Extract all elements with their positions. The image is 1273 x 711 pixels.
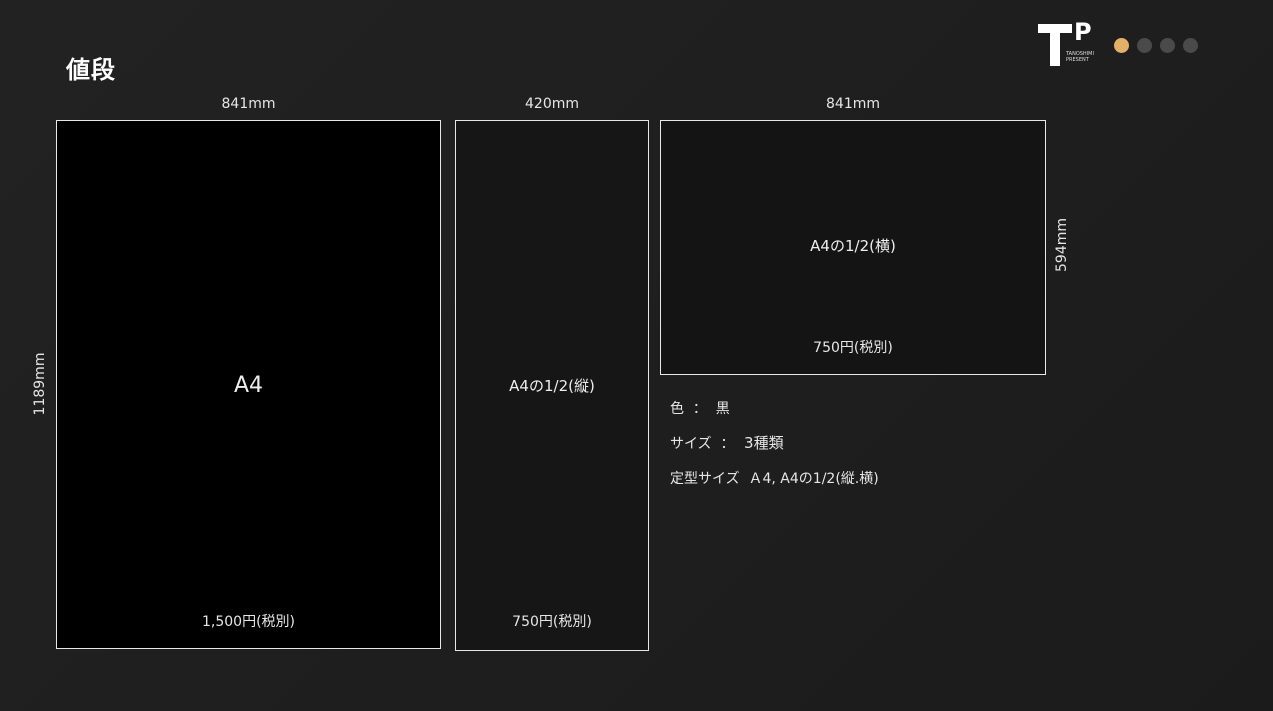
a4-width-label: 841mm — [221, 96, 276, 112]
spec-size-value: 3種類 — [734, 434, 784, 452]
page-dot-3[interactable] — [1160, 38, 1175, 53]
logo-p-letter: P — [1074, 18, 1092, 46]
panel-a4-price: 1,500円(税別) — [201, 614, 295, 630]
panel-half-horizontal-price: 750円(税別) — [813, 340, 893, 356]
spec-color-label: 色 ： — [670, 400, 707, 417]
slide: 値段 P TANOSHIMI PRESENT 841mm 420mm 841mm… — [0, 0, 1273, 711]
spec-color-value: 黒 — [706, 400, 730, 417]
half-vertical-width-label: 420mm — [525, 96, 579, 112]
page-dot-1[interactable] — [1114, 38, 1129, 53]
panel-half-vertical-name: A4の1/2(縦) — [509, 377, 595, 395]
panel-half-horizontal: A4の1/2(横) 750円(税別) — [660, 120, 1046, 375]
logo-t-stem — [1050, 24, 1060, 66]
spec-standard-value: Ａ4, A4の1/2(縦.横) — [739, 470, 879, 487]
logo-subtitle-line2: PRESENT — [1066, 57, 1089, 63]
panel-a4: A4 1,500円(税別) — [56, 120, 441, 649]
panel-half-vertical: A4の1/2(縦) 750円(税別) — [455, 120, 649, 651]
panel-half-horizontal-name: A4の1/2(横) — [810, 237, 896, 255]
spec-row-size: サイズ ： 3種類 — [670, 425, 879, 460]
panel-a4-name: A4 — [233, 373, 264, 398]
page-dot-4[interactable] — [1183, 38, 1198, 53]
spec-row-color: 色 ： 黒 — [670, 390, 879, 425]
spec-standard-label: 定型サイズ — [670, 470, 740, 487]
spec-list: 色 ： 黒 サイズ ： 3種類 定型サイズ Ａ4, A4の1/2(縦.横) — [670, 390, 879, 495]
page-title: 値段 — [66, 56, 116, 84]
page-dot-2[interactable] — [1137, 38, 1152, 53]
logo-subtitle: TANOSHIMI PRESENT — [1066, 51, 1094, 63]
spec-row-standard: 定型サイズ Ａ4, A4の1/2(縦.横) — [670, 460, 879, 495]
spec-size-label: サイズ ： — [670, 435, 735, 452]
page-indicator — [1114, 38, 1198, 53]
a4-height-label: 1189mm — [32, 352, 48, 416]
tp-logo: P TANOSHIMI PRESENT — [1034, 18, 1106, 70]
panel-half-vertical-price: 750円(税別) — [512, 614, 592, 630]
half-horizontal-width-label: 841mm — [826, 96, 880, 112]
half-horizontal-height-label: 594mm — [1054, 218, 1070, 272]
